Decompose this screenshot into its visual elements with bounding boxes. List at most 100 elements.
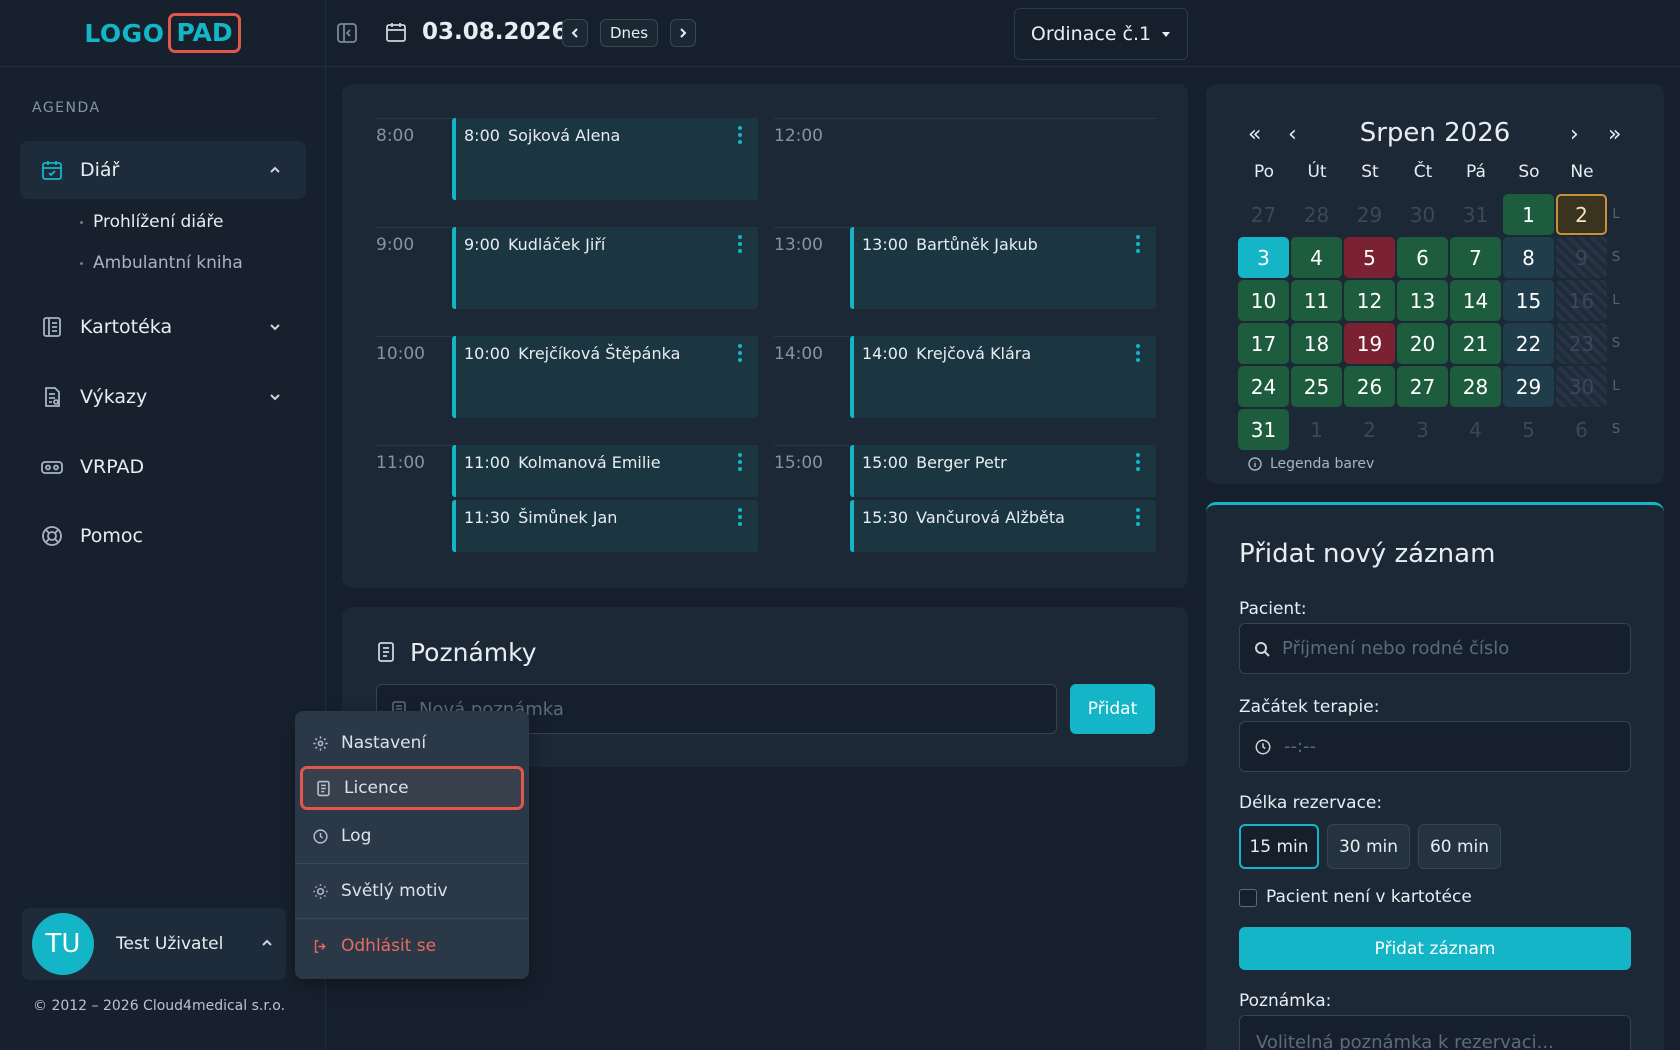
appointment-time: 8:00 [464, 126, 500, 145]
calendar-day[interactable]: 17 [1238, 323, 1289, 364]
calendar-day[interactable]: 26 [1344, 366, 1395, 407]
appointment-patient: Vančurová Alžběta [916, 508, 1065, 527]
next-month-button[interactable]: › [1570, 122, 1579, 147]
menu-item-settings[interactable]: Nastavení [295, 721, 529, 765]
calendar-day[interactable]: 14 [1450, 280, 1501, 321]
calendar-day: 3 [1416, 417, 1429, 442]
calendar-day[interactable]: 18 [1291, 323, 1342, 364]
time-slot[interactable]: 12:00 [774, 118, 1156, 200]
subitem-ambulantni-kniha[interactable]: Ambulantní kniha [80, 253, 243, 273]
calendar-day[interactable]: 21 [1450, 323, 1501, 364]
time-slot[interactable]: 8:00 8:00 Sojková Alena [376, 118, 758, 200]
duration-30-button[interactable]: 30 min [1327, 824, 1410, 869]
menu-item-log[interactable]: Log [295, 814, 529, 858]
calendar-day[interactable]: 11 [1291, 280, 1342, 321]
appointment[interactable]: 11:30 Šimůnek Jan [452, 500, 758, 552]
calendar-day[interactable]: 29 [1503, 366, 1554, 407]
time-slot[interactable]: 13:00 13:00 Bartůněk Jakub [774, 227, 1156, 309]
next-year-button[interactable]: » [1608, 122, 1621, 147]
calendar-day[interactable]: 13 [1397, 280, 1448, 321]
calendar-day[interactable]: 15 [1503, 280, 1554, 321]
nav-item-vykazy[interactable]: Výkazy [20, 368, 306, 426]
more-vertical-icon[interactable] [738, 126, 742, 144]
calendar-day[interactable]: 7 [1450, 237, 1501, 278]
calendar-day[interactable]: 3 [1238, 237, 1289, 278]
add-note-button[interactable]: Přidat [1070, 684, 1155, 734]
time-slot[interactable]: 10:00 10:00 Krejčíková Štěpánka [376, 336, 758, 418]
chevron-down-icon [268, 320, 282, 334]
calendar-day[interactable]: 4 [1291, 237, 1342, 278]
calendar-day[interactable]: 6 [1397, 237, 1448, 278]
calendar-check-icon [40, 158, 64, 182]
current-date[interactable]: 03.08.2026 [422, 19, 568, 45]
calendar-day[interactable]: 1 [1503, 194, 1554, 235]
appointment-time: 11:30 [464, 508, 511, 527]
more-vertical-icon[interactable] [738, 235, 742, 253]
subitem-prohlizeni-diare[interactable]: Prohlížení diáře [80, 212, 223, 232]
prev-day-button[interactable] [562, 19, 588, 47]
more-vertical-icon[interactable] [738, 453, 742, 471]
today-button[interactable]: Dnes [600, 19, 658, 47]
more-vertical-icon[interactable] [738, 344, 742, 362]
appointment[interactable]: 8:00 Sojková Alena [452, 118, 758, 200]
more-vertical-icon[interactable] [1136, 508, 1140, 526]
appointment[interactable]: 11:00 Kolmanová Emilie [452, 445, 758, 497]
calendar-day[interactable]: 31 [1238, 409, 1289, 450]
calendar-day[interactable]: 5 [1344, 237, 1395, 278]
more-vertical-icon[interactable] [1136, 235, 1140, 253]
calendar-day[interactable]: 8 [1503, 237, 1554, 278]
chevron-down-icon [268, 390, 282, 404]
calendar-day[interactable]: 2 [1556, 194, 1607, 235]
calendar-day[interactable]: 28 [1450, 366, 1501, 407]
appointment-time: 15:30 [862, 508, 909, 527]
calendar-day[interactable]: 24 [1238, 366, 1289, 407]
calendar-day[interactable]: 20 [1397, 323, 1448, 364]
calendar-day[interactable]: 19 [1344, 323, 1395, 364]
duration-15-button[interactable]: 15 min [1239, 824, 1319, 869]
time-slot[interactable]: 9:00 9:00 Kudláček Jiří [376, 227, 758, 309]
calendar-day[interactable]: 22 [1503, 323, 1554, 364]
time-slot[interactable]: 14:00 14:00 Krejčová Klára [774, 336, 1156, 418]
reservation-note-input[interactable]: Volitelná poznámka k rezervaci... [1239, 1015, 1631, 1050]
appointment[interactable]: 15:30 Vančurová Alžběta [850, 500, 1156, 552]
nav-item-pomoc[interactable]: Pomoc [20, 507, 306, 565]
submit-record-button[interactable]: Přidat záznam [1239, 927, 1631, 970]
next-day-button[interactable] [670, 19, 696, 47]
calendar-day[interactable]: 12 [1344, 280, 1395, 321]
sidebar-toggle-icon[interactable] [336, 22, 358, 44]
menu-item-logout[interactable]: Odhlásit se [295, 924, 529, 968]
calendar-day[interactable]: 10 [1238, 280, 1289, 321]
not-in-registry-checkbox[interactable] [1239, 889, 1257, 907]
office-select[interactable]: Ordinace č.1 [1014, 8, 1188, 60]
calendar-day[interactable]: 16 [1556, 280, 1607, 321]
calendar-icon[interactable] [384, 20, 408, 44]
color-legend[interactable]: Legenda barev [1248, 456, 1374, 472]
calendar-day[interactable]: 30 [1556, 366, 1607, 407]
time-slot[interactable]: 15:00 15:00 Berger Petr 15:30 Vančurová Alžb… [774, 445, 1156, 552]
nav-item-diar[interactable]: Diář [20, 141, 306, 199]
duration-60-button[interactable]: 60 min [1418, 824, 1501, 869]
logo[interactable]: LOGO PAD [0, 0, 325, 67]
calendar-day[interactable]: 9 [1556, 237, 1607, 278]
nav-item-vrpad[interactable]: VRPAD [20, 438, 306, 496]
nav-label: Výkazy [80, 386, 148, 408]
appointment[interactable]: 10:00 Krejčíková Štěpánka [452, 336, 758, 418]
start-time-input[interactable]: --:-- [1239, 721, 1631, 772]
more-vertical-icon[interactable] [1136, 344, 1140, 362]
time-slot[interactable]: 11:00 11:00 Kolmanová Emilie 11:30 Šimůnek J… [376, 445, 758, 552]
nav-item-kartoteka[interactable]: Kartotéka [20, 298, 306, 356]
slot-time-label: 9:00 [376, 235, 415, 255]
calendar-day[interactable]: 27 [1397, 366, 1448, 407]
calendar-day[interactable]: 25 [1291, 366, 1342, 407]
appointment[interactable]: 13:00 Bartůněk Jakub [850, 227, 1156, 309]
appointment[interactable]: 15:00 Berger Petr [850, 445, 1156, 497]
menu-item-light-theme[interactable]: Světlý motiv [295, 869, 529, 913]
patient-search-input[interactable]: Příjmení nebo rodné číslo [1239, 623, 1631, 674]
appointment[interactable]: 9:00 Kudláček Jiří [452, 227, 758, 309]
user-card[interactable]: TU Test Uživatel [22, 908, 286, 980]
more-vertical-icon[interactable] [738, 508, 742, 526]
more-vertical-icon[interactable] [1136, 453, 1140, 471]
menu-item-licence[interactable]: Licence [300, 766, 524, 810]
appointment[interactable]: 14:00 Krejčová Klára [850, 336, 1156, 418]
calendar-day[interactable]: 23 [1556, 323, 1607, 364]
